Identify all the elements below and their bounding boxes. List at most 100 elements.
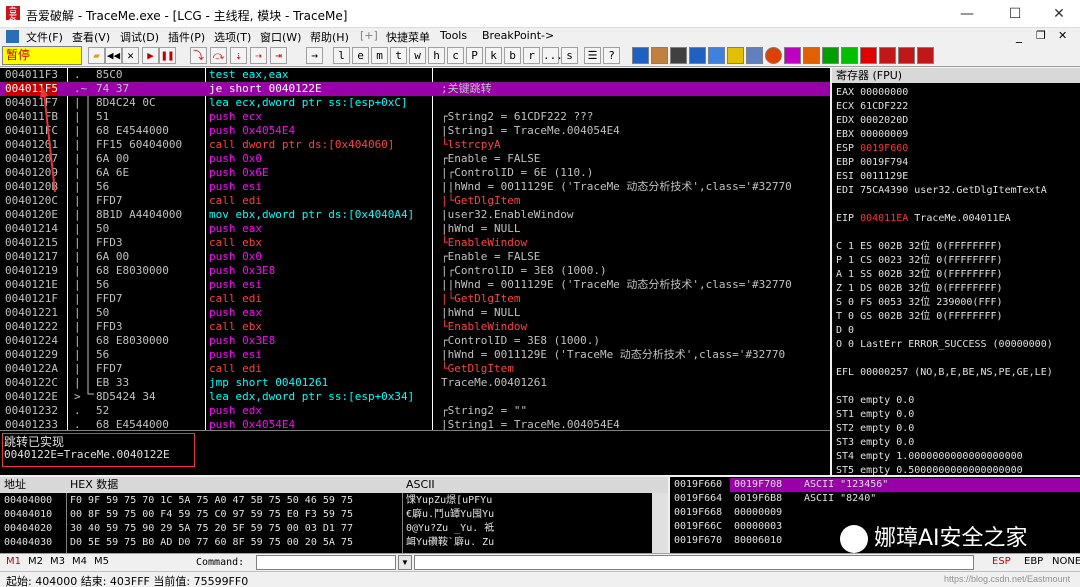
mdi-close-button[interactable]: ✕ (1058, 29, 1067, 42)
register-line[interactable]: EIP 004011EA TraceMe.004011EA (836, 212, 1011, 226)
m4-button[interactable]: M4 (72, 556, 87, 567)
dump-address[interactable]: 00404020 (4, 522, 52, 536)
m3-button[interactable]: M3 (50, 556, 65, 567)
registers-pane[interactable]: 寄存器 (FPU) EAX 00000000 ECX 61CDF222 EDX 00… (832, 68, 1080, 475)
maximize-button[interactable]: ☐ (992, 0, 1038, 28)
trace-into-icon[interactable]: ⇣ (230, 47, 247, 64)
command-input[interactable] (256, 555, 396, 570)
register-line[interactable]: ST3 empty 0.0 (836, 436, 914, 450)
close-button[interactable]: ✕ (1036, 0, 1080, 28)
plugin-icon-11[interactable] (822, 47, 839, 64)
register-line[interactable]: ESI 0011129E (836, 170, 908, 184)
trace-over-icon[interactable]: ⇢ (250, 47, 267, 64)
dump-hex[interactable]: 30 40 59 75 90 29 5A 75 20 5F 59 75 00 0… (70, 522, 353, 536)
menu-debug[interactable]: 调试(D) (120, 29, 159, 45)
none-button[interactable]: NONE (1052, 556, 1080, 567)
register-line[interactable]: ST0 empty 0.0 (836, 394, 914, 408)
register-line[interactable]: ST2 empty 0.0 (836, 422, 914, 436)
restart-icon[interactable]: ◀◀ (105, 47, 122, 64)
toolbar-h-button[interactable]: h (428, 47, 445, 64)
stack-address[interactable]: 0019F670 (674, 534, 722, 548)
register-line[interactable]: A 1 SS 002B 32位 0(FFFFFFFF) (836, 268, 1003, 282)
toolbar-m-button[interactable]: m (371, 47, 388, 64)
memory-dump-pane[interactable]: 地址 HEX 数据 ASCII 00404000 F0 9F 59 75 70 1… (0, 477, 668, 553)
plugin-icon-16[interactable] (917, 47, 934, 64)
pause-icon[interactable]: ❚❚ (159, 47, 176, 64)
plugin-icon-8[interactable] (765, 47, 782, 64)
menu-view[interactable]: 查看(V) (72, 29, 110, 45)
stack-comment[interactable]: ASCII "8240" (804, 492, 876, 506)
dump-address[interactable]: 00404000 (4, 494, 52, 508)
plugin-icon-13[interactable] (860, 47, 877, 64)
dump-ascii[interactable]: 馃Yup Zu燝[uPFYu (406, 494, 492, 508)
menu-file[interactable]: 文件(F) (26, 29, 63, 45)
register-line[interactable]: ST4 empty 1.0000000000000000000 (836, 450, 1023, 464)
register-line[interactable]: C 1 ES 002B 32位 0(FFFFFFFF) (836, 240, 1003, 254)
toolbar-dots-button[interactable]: ... (542, 47, 559, 64)
toolbar-l-button[interactable]: l (333, 47, 350, 64)
disassembly-pane[interactable]: 004011F3. 85C0 test eax,eax 004011F5 .~ 74 37… (0, 68, 830, 430)
command-dropdown-icon[interactable]: ▼ (398, 555, 412, 570)
register-line[interactable]: O 0 LastErr ERROR_SUCCESS (00000000) (836, 338, 1053, 352)
m5-button[interactable]: M5 (94, 556, 109, 567)
plugin-icon-6[interactable] (727, 47, 744, 64)
menu-plugins[interactable]: 插件(P) (168, 29, 205, 45)
menu-plus[interactable]: [+] (360, 29, 378, 42)
register-line[interactable]: Z 1 DS 002B 32位 0(FFFFFFFF) (836, 282, 1003, 296)
run-icon[interactable]: ▶ (142, 47, 159, 64)
toolbar-list-icon[interactable]: ☰ (584, 47, 601, 64)
register-line[interactable]: ST1 empty 0.0 (836, 408, 914, 422)
execute-till-return-icon[interactable]: ⇥ (270, 47, 287, 64)
close-program-icon[interactable]: ✕ (122, 47, 139, 64)
mdi-minimize-button[interactable]: _ (1016, 29, 1022, 43)
stack-address[interactable]: 0019F66C (674, 520, 722, 534)
menu-tools[interactable]: Tools (440, 29, 467, 42)
plugin-icon-10[interactable] (803, 47, 820, 64)
open-icon[interactable]: ▰ (88, 47, 105, 64)
register-line[interactable]: P 1 CS 0023 32位 0(FFFFFFFF) (836, 254, 1003, 268)
plugin-icon-14[interactable] (879, 47, 896, 64)
toolbar-b-button[interactable]: b (504, 47, 521, 64)
goto-icon[interactable]: → (306, 47, 323, 64)
dump-ascii[interactable]: €廦u.鬥u罈Yu囤Yu (406, 508, 494, 522)
stack-value[interactable]: 0019F6B8 (734, 492, 782, 506)
register-line[interactable]: ST5 empty 0.5000000000000000000 (836, 464, 1023, 475)
plugin-icon-3[interactable] (670, 47, 687, 64)
toolbar-c-button[interactable]: c (447, 47, 464, 64)
toolbar-p-button[interactable]: P (466, 47, 483, 64)
menu-shortcuts[interactable]: 快捷菜单 (386, 29, 430, 45)
m1-button[interactable]: M1 (6, 556, 21, 567)
plugin-icon-12[interactable] (841, 47, 858, 64)
minimize-button[interactable]: — (944, 0, 990, 28)
dump-address[interactable]: 00404010 (4, 508, 52, 522)
menu-help[interactable]: 帮助(H) (310, 29, 349, 45)
menu-options[interactable]: 选项(T) (214, 29, 251, 45)
toolbar-t-button[interactable]: t (390, 47, 407, 64)
stack-address[interactable]: 0019F664 (674, 492, 722, 506)
register-line[interactable]: EBP 0019F794 (836, 156, 908, 170)
register-line[interactable]: T 0 GS 002B 32位 0(FFFFFFFF) (836, 310, 1003, 324)
stack-address[interactable]: 0019F660 (674, 478, 722, 492)
dump-address[interactable]: 00404030 (4, 536, 52, 550)
register-line[interactable]: EAX 00000000 (836, 86, 908, 100)
step-over-icon[interactable]: ⤼ (210, 47, 227, 64)
register-line[interactable]: ECX 61CDF222 (836, 100, 908, 114)
stack-address[interactable]: 0019F668 (674, 506, 722, 520)
plugin-icon-9[interactable] (784, 47, 801, 64)
plugin-icon-7[interactable] (746, 47, 763, 64)
dump-hex[interactable]: D0 5E 59 75 B0 AD D0 77 60 8F 59 75 00 2… (70, 536, 353, 550)
dump-hex[interactable]: F0 9F 59 75 70 1C 5A 75 A0 47 5B 75 50 4… (70, 494, 353, 508)
toolbar-w-button[interactable]: w (409, 47, 426, 64)
toolbar-k-button[interactable]: k (485, 47, 502, 64)
stack-value[interactable]: 00000009 (734, 506, 782, 520)
stack-value[interactable]: 0019F708 (734, 478, 782, 492)
registers-title[interactable]: 寄存器 (FPU) (832, 68, 1080, 83)
plugin-icon-5[interactable] (708, 47, 725, 64)
plugin-icon-1[interactable] (632, 47, 649, 64)
step-into-icon[interactable]: ⤵ (190, 47, 207, 64)
stack-value[interactable]: 80006010 (734, 534, 782, 548)
stack-value[interactable]: 00000003 (734, 520, 782, 534)
register-line[interactable]: EDI 75CA4390 user32.GetDlgItemTextA (836, 184, 1047, 198)
plugin-icon-2[interactable] (651, 47, 668, 64)
register-line[interactable]: S 0 FS 0053 32位 239000(FFF) (836, 296, 1003, 310)
